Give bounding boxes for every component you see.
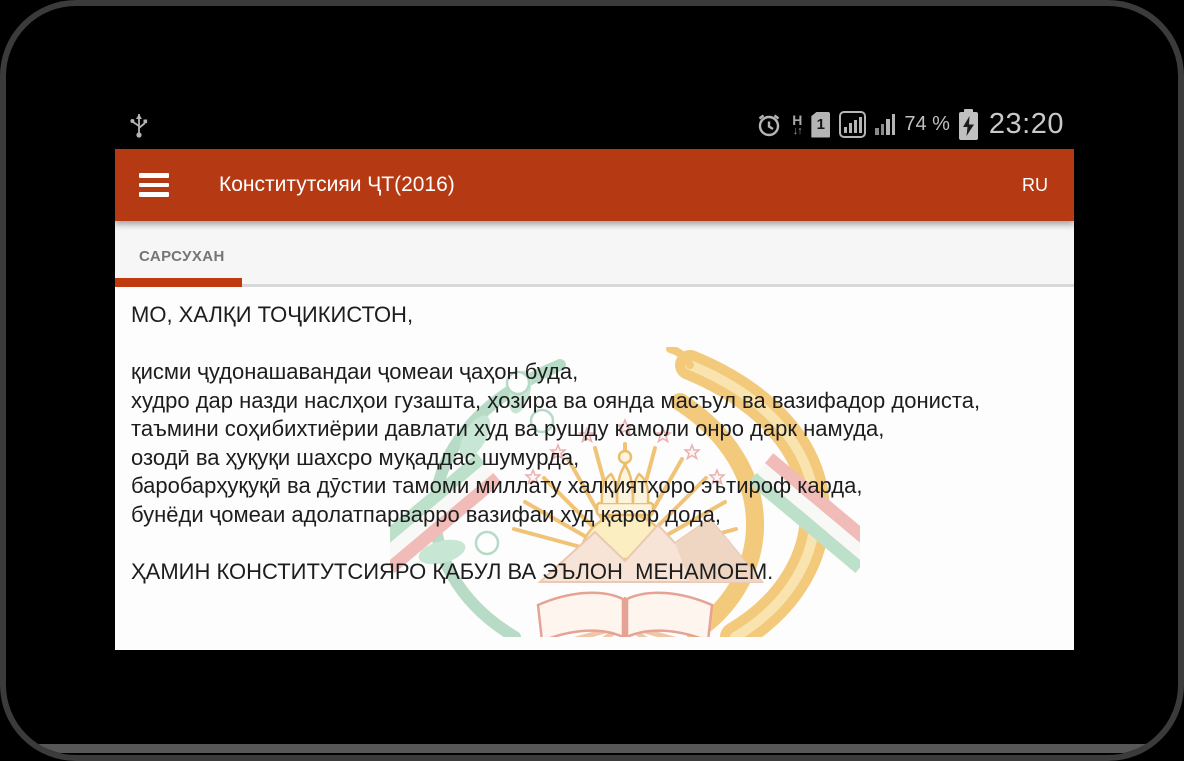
active-tab-indicator — [115, 278, 242, 287]
preamble-line: бунёди ҷомеаи адолатпарварро вазифаи худ… — [131, 501, 722, 527]
signal-strength-boxed-icon — [839, 111, 867, 138]
usb-icon — [129, 110, 149, 140]
preamble-line: баробарҳуқуқӣ ва дӯстии тамоми миллату х… — [131, 473, 863, 498]
tablet-device-frame: H ↓↑ 1 74 % 23:20 Конститутсияи ҶТ(2016)… — [0, 0, 1184, 761]
clock-time: 23:20 — [988, 108, 1064, 140]
hspa-network-icon: H ↓↑ — [792, 113, 803, 137]
language-button[interactable]: RU — [1020, 169, 1050, 202]
preamble-opening: МО, ХАЛҚИ ТОҶИКИСТОН, — [131, 302, 414, 327]
preamble-closing: ҲАМИН КОНСТИТУТСИЯРО ҚАБУЛ ВА ЭЪЛОН МЕНА… — [131, 558, 774, 584]
preamble-line: худро дар назди наслҳои гузашта, ҳозира … — [131, 387, 981, 413]
status-bar[interactable]: H ↓↑ 1 74 % 23:20 — [115, 100, 1074, 149]
battery-charging-icon — [958, 108, 978, 140]
alarm-icon — [755, 111, 783, 139]
screen: H ↓↑ 1 74 % 23:20 Конститутсияи ҶТ(2016)… — [115, 100, 1074, 650]
preamble-line: қисми ҷудонашавандаи ҷомеаи ҷаҳон буда, — [131, 359, 579, 384]
tab-bar: САРСУХАН — [115, 221, 1074, 287]
preamble-line: таъмини соҳибихтиёрии давлати худ ва руш… — [131, 416, 885, 441]
data-arrows-icon: ↓↑ — [792, 124, 803, 137]
tab-bar-divider — [115, 284, 1074, 287]
signal-strength-icon — [875, 114, 896, 135]
tab-label: САРСУХАН — [139, 247, 225, 265]
page-title: Конститутсияи ҶТ(2016) — [219, 173, 455, 196]
content-scroll-area[interactable]: МО, ХАЛҚИ ТОҶИКИСТОН, қисми ҷудонашаванд… — [115, 287, 1074, 650]
hamburger-menu-icon[interactable] — [139, 173, 169, 197]
device-bottom-edge — [28, 744, 1156, 753]
sim-card-icon: 1 — [811, 111, 831, 138]
app-bar: Конститутсияи ҶТ(2016) RU — [115, 149, 1074, 221]
preamble-line: озодӣ ва ҳуқуқи шахсро муқаддас шумурда, — [131, 444, 580, 470]
sim-number: 1 — [816, 116, 825, 133]
battery-percent-label: 74 % — [904, 113, 950, 135]
preamble-text: МО, ХАЛҚИ ТОҶИКИСТОН, қисми ҷудонашаванд… — [131, 301, 1058, 586]
